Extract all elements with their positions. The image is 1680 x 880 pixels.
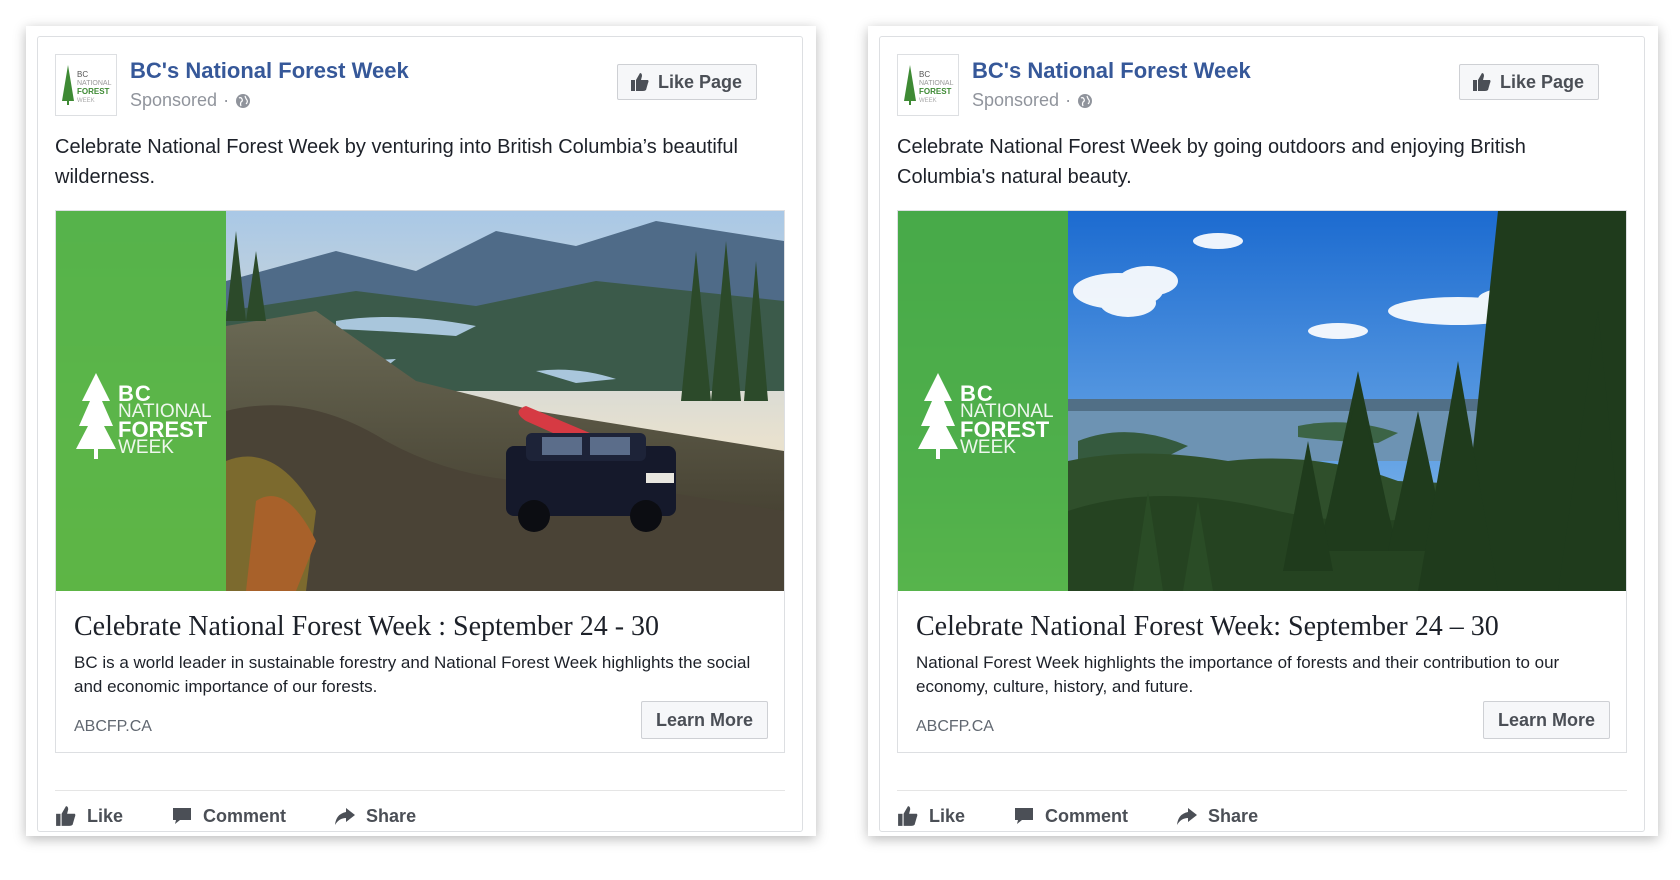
learn-more-button[interactable]: Learn More — [640, 701, 768, 739]
logo-wordmark: BC NATIONAL FOREST WEEK — [960, 383, 1054, 458]
brand-overlay: BC NATIONAL FOREST WEEK — [898, 211, 1068, 591]
like-page-label: Like Page — [1499, 71, 1584, 92]
link-domain: ABCFP.CA — [74, 718, 152, 735]
meta-separator: · — [223, 90, 230, 110]
link-description: BC is a world leader in sustainable fore… — [74, 653, 751, 696]
brand-logo: BC NATIONAL FOREST WEEK — [918, 371, 1054, 461]
logo-line-national: NATIONAL — [118, 401, 212, 422]
page-avatar[interactable]: BC NATIONAL FOREST WEEK — [897, 54, 959, 116]
hero-image[interactable]: BC NATIONAL FOREST WEEK — [898, 211, 1626, 591]
like-button[interactable]: Like — [55, 805, 123, 827]
page-avatar[interactable]: BC NATIONAL FOREST WEEK — [55, 54, 117, 116]
comment-label: Comment — [1045, 805, 1129, 826]
svg-text:NATIONAL: NATIONAL — [919, 80, 954, 87]
like-page-button[interactable]: Like Page — [1458, 64, 1599, 100]
divider — [55, 790, 785, 791]
brand-overlay: BC NATIONAL FOREST WEEK — [56, 211, 226, 591]
post-header: BC NATIONAL FOREST WEEK BC's National Fo… — [897, 54, 1627, 118]
post-header: BC NATIONAL FOREST WEEK BC's National Fo… — [55, 54, 785, 118]
comment-icon — [1015, 808, 1034, 824]
thumbs-up-icon — [898, 806, 918, 826]
link-headline[interactable]: Celebrate National Forest Week: Septembe… — [916, 611, 1616, 643]
post-text: Celebrate National Forest Week by going … — [897, 136, 1526, 188]
thumbs-up-icon — [1472, 73, 1491, 91]
thumbs-up-icon — [630, 73, 649, 91]
post-meta: Sponsored · — [130, 90, 251, 111]
post-meta: Sponsored · — [972, 90, 1093, 111]
svg-text:FOREST: FOREST — [77, 87, 110, 96]
svg-text:FOREST: FOREST — [919, 87, 952, 96]
logo-wordmark: BC NATIONAL FOREST WEEK — [118, 383, 212, 458]
hero-image[interactable]: BC NATIONAL FOREST WEEK — [56, 211, 784, 591]
learn-more-button[interactable]: Learn More — [1482, 701, 1610, 739]
svg-text:BC: BC — [77, 70, 88, 79]
link-preview[interactable]: BC NATIONAL FOREST WEEK Celebrate Nation… — [897, 210, 1627, 753]
post-card: BC NATIONAL FOREST WEEK BC's National Fo… — [879, 36, 1645, 832]
share-button[interactable]: Share — [334, 805, 416, 827]
globe-icon — [236, 93, 251, 108]
ad-frame-2: BC NATIONAL FOREST WEEK BC's National Fo… — [868, 26, 1658, 836]
thumbs-up-icon — [56, 806, 76, 826]
comment-icon — [173, 808, 192, 824]
tree-icon — [918, 373, 958, 459]
comment-label: Comment — [203, 805, 287, 826]
action-bar: Like Comment Share — [55, 805, 416, 827]
logo-line-week: WEEK — [960, 437, 1016, 458]
page-name[interactable]: BC's National Forest Week — [130, 58, 409, 84]
like-page-label: Like Page — [657, 71, 742, 92]
svg-text:WEEK: WEEK — [77, 98, 95, 104]
divider — [897, 790, 1627, 791]
share-icon — [335, 808, 356, 825]
meta-separator: · — [1065, 90, 1072, 110]
logo-line-national: NATIONAL — [960, 401, 1054, 422]
brand-logo: BC NATIONAL FOREST WEEK — [76, 371, 212, 461]
post-text: Celebrate National Forest Week by ventur… — [55, 136, 738, 188]
svg-text:WEEK: WEEK — [919, 98, 937, 104]
link-description: National Forest Week highlights the impo… — [916, 653, 1560, 696]
svg-text:NATIONAL: NATIONAL — [77, 80, 112, 87]
share-label: Share — [1208, 805, 1259, 826]
link-headline[interactable]: Celebrate National Forest Week : Septemb… — [74, 611, 774, 643]
ad-frame-1: BC NATIONAL FOREST WEEK BC's National Fo… — [26, 26, 816, 836]
share-label: Share — [366, 805, 417, 826]
like-label: Like — [929, 805, 966, 826]
comment-button[interactable]: Comment — [171, 805, 286, 827]
post-card: BC NATIONAL FOREST WEEK BC's National Fo… — [37, 36, 803, 832]
like-label: Like — [87, 805, 124, 826]
sponsored-label: Sponsored — [972, 90, 1060, 110]
link-preview[interactable]: BC NATIONAL FOREST WEEK Celebrate Nation… — [55, 210, 785, 753]
share-button[interactable]: Share — [1176, 805, 1258, 827]
globe-icon — [1078, 93, 1093, 108]
page-name[interactable]: BC's National Forest Week — [972, 58, 1251, 84]
link-domain: ABCFP.CA — [916, 718, 994, 735]
like-page-button[interactable]: Like Page — [616, 64, 757, 100]
svg-text:BC: BC — [919, 70, 930, 79]
comment-button[interactable]: Comment — [1013, 805, 1128, 827]
action-bar: Like Comment Share — [897, 805, 1258, 827]
logo-line-week: WEEK — [118, 437, 174, 458]
tree-icon — [76, 373, 116, 459]
share-icon — [1177, 808, 1198, 825]
like-button[interactable]: Like — [897, 805, 965, 827]
sponsored-label: Sponsored — [130, 90, 218, 110]
